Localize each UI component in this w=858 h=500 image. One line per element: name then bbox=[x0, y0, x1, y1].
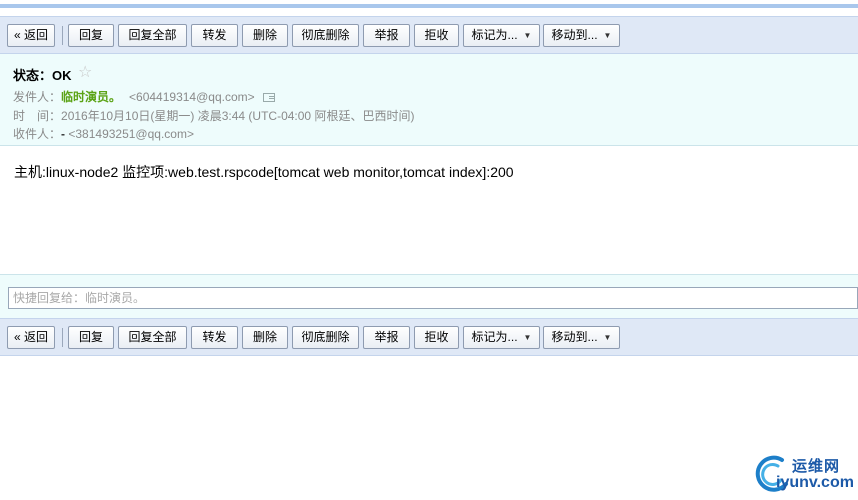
watermark-text-en: iyunv.com bbox=[776, 474, 854, 491]
mark-as-dropdown[interactable]: 标记为... ▼ bbox=[463, 24, 540, 47]
time-value: 2016年10月10日(星期一) 凌晨3:44 (UTC-04:00 阿根廷、巴… bbox=[61, 109, 415, 123]
email-body: 主机:linux-node2 监控项:web.test.rspcode[tomc… bbox=[14, 164, 514, 180]
delete-button[interactable]: 删除 bbox=[242, 326, 288, 349]
recipient-name: - bbox=[61, 127, 66, 141]
sender-address: <604419314@qq.com> bbox=[129, 90, 255, 104]
from-label: 发件人： bbox=[13, 90, 62, 104]
star-icon[interactable]: ☆ bbox=[78, 62, 92, 82]
reply-all-button[interactable]: 回复全部 bbox=[118, 24, 187, 47]
forward-button[interactable]: 转发 bbox=[191, 326, 238, 349]
delete-permanently-button[interactable]: 彻底删除 bbox=[292, 326, 359, 349]
mark-as-label: 标记为... bbox=[471, 28, 518, 42]
email-header: 状态：OK ☆ 发件人：临时演员。 <604419314@qq.com> 时 间：… bbox=[0, 54, 858, 146]
reply-all-button[interactable]: 回复全部 bbox=[118, 326, 187, 349]
back-button[interactable]: « 返回 bbox=[7, 24, 55, 47]
toolbar-divider bbox=[62, 328, 63, 347]
delete-button[interactable]: 删除 bbox=[242, 24, 288, 47]
reply-button[interactable]: 回复 bbox=[68, 326, 114, 349]
move-to-label: 移动到... bbox=[551, 330, 598, 344]
quick-reply-input[interactable] bbox=[8, 287, 858, 309]
time-label: 时 间： bbox=[13, 109, 62, 123]
email-subject: 状态：OK bbox=[13, 68, 72, 83]
reject-button[interactable]: 拒收 bbox=[414, 326, 459, 349]
mark-as-label: 标记为... bbox=[471, 330, 518, 344]
contact-card-icon[interactable] bbox=[262, 93, 275, 102]
time-row: 时 间：2016年10月10日(星期一) 凌晨3:44 (UTC-04:00 阿… bbox=[13, 107, 414, 124]
chevron-down-icon: ▼ bbox=[603, 31, 612, 40]
forward-button[interactable]: 转发 bbox=[191, 24, 238, 47]
toolbar-top: « 返回 回复 回复全部 转发 删除 彻底删除 举报 拒收 标记为... ▼ 移动… bbox=[0, 16, 858, 54]
move-to-dropdown[interactable]: 移动到... ▼ bbox=[543, 326, 620, 349]
recipient-address: <381493251@qq.com> bbox=[68, 127, 194, 141]
move-to-dropdown[interactable]: 移动到... ▼ bbox=[543, 24, 620, 47]
toolbar-divider bbox=[62, 26, 63, 45]
report-button[interactable]: 举报 bbox=[363, 326, 410, 349]
chevron-down-icon: ▼ bbox=[603, 333, 612, 342]
toolbar-bottom: « 返回 回复 回复全部 转发 删除 彻底删除 举报 拒收 标记为... ▼ 移动… bbox=[0, 318, 858, 356]
watermark-text-cn: 运维网 bbox=[792, 458, 841, 475]
chevron-down-icon: ▼ bbox=[523, 333, 532, 342]
chevron-down-icon: ▼ bbox=[523, 31, 532, 40]
site-watermark: 运维网 iyunv.com bbox=[752, 452, 858, 496]
to-row: 收件人：- <381493251@qq.com> bbox=[13, 125, 194, 142]
report-button[interactable]: 举报 bbox=[363, 24, 410, 47]
top-accent-bar bbox=[0, 0, 858, 8]
mark-as-dropdown[interactable]: 标记为... ▼ bbox=[463, 326, 540, 349]
move-to-label: 移动到... bbox=[551, 28, 598, 42]
sender-name[interactable]: 临时演员。 bbox=[61, 90, 121, 104]
reply-button[interactable]: 回复 bbox=[68, 24, 114, 47]
delete-permanently-button[interactable]: 彻底删除 bbox=[292, 24, 359, 47]
reject-button[interactable]: 拒收 bbox=[414, 24, 459, 47]
to-label: 收件人： bbox=[13, 127, 62, 141]
back-button[interactable]: « 返回 bbox=[7, 326, 55, 349]
quick-reply-area bbox=[0, 274, 858, 318]
from-row: 发件人：临时演员。 <604419314@qq.com> bbox=[13, 88, 275, 105]
